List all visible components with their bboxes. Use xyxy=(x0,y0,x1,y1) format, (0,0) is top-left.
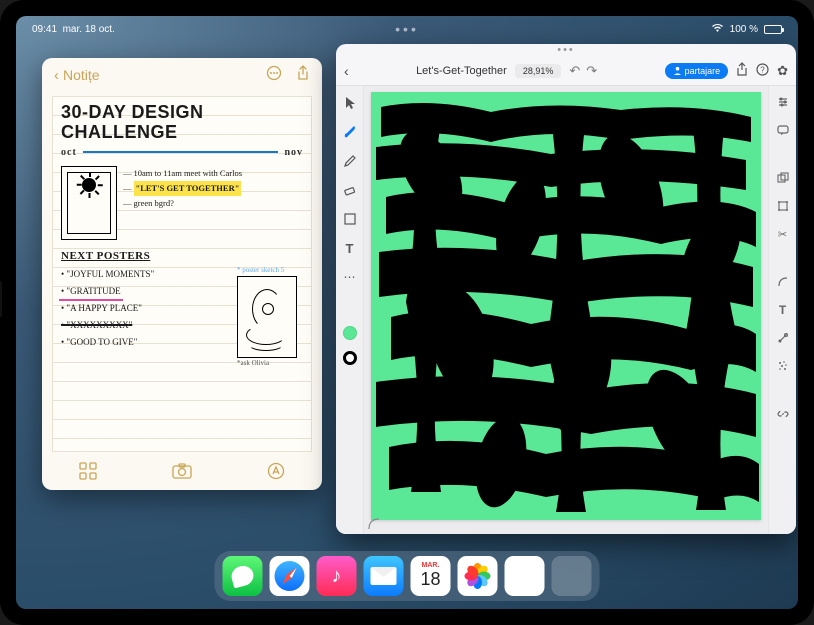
brush-tool[interactable] xyxy=(341,123,359,141)
cut-tool[interactable]: ✂ xyxy=(775,226,791,242)
poster-2: GRATITUDE xyxy=(61,283,121,300)
left-toolbar: T ⋯ xyxy=(336,86,364,534)
chevron-left-icon: ‹ xyxy=(54,67,59,84)
ask-olivia: *ask Olivia xyxy=(237,359,303,367)
spray-tool[interactable] xyxy=(775,358,791,374)
notes-body[interactable]: 30-DAY DESIGN CHALLENGE Oct Nov xyxy=(52,96,312,452)
section-posters: NEXT POSTERS xyxy=(61,250,303,262)
calendar-app[interactable]: MAR. 18 xyxy=(411,556,451,596)
color-stroke[interactable] xyxy=(343,351,357,365)
bullet-1: 10am to 11am meet with Carlos xyxy=(134,166,243,181)
eraser-tool[interactable] xyxy=(341,181,359,199)
share-label: partajare xyxy=(685,66,721,76)
link-tool[interactable] xyxy=(775,406,791,422)
date-to: Nov xyxy=(284,147,303,158)
dock: ♪ MAR. 18 xyxy=(215,551,600,601)
chat-tool[interactable] xyxy=(775,122,791,138)
layers-tool[interactable] xyxy=(775,170,791,186)
resize-handle[interactable] xyxy=(368,518,380,530)
redo-icon[interactable]: ↷ xyxy=(586,63,597,79)
screen: 09:41 mar. 18 oct. ••• 100 % ‹ Notițe xyxy=(16,16,798,609)
battery-pct: 100 % xyxy=(730,24,758,35)
wifi-icon xyxy=(711,23,724,36)
note-title-line1: 30-DAY DESIGN xyxy=(61,103,303,123)
poster-4: XXXXXXXXX xyxy=(61,320,132,330)
date-from: Oct xyxy=(61,147,77,158)
cal-weekday: MAR. xyxy=(422,562,440,569)
poster-3: A HAPPY PLACE xyxy=(61,300,231,317)
export-icon[interactable] xyxy=(736,62,748,79)
poster-5: GOOD TO GIVE xyxy=(61,334,231,351)
right-toolbar: ✂ T xyxy=(768,86,796,534)
more-icon[interactable] xyxy=(266,65,282,85)
help-icon[interactable]: ? xyxy=(756,63,769,79)
notes-back-button[interactable]: ‹ Notițe xyxy=(54,67,100,84)
notes-footer xyxy=(42,456,322,490)
app-library-folder[interactable] xyxy=(552,556,592,596)
type-tool[interactable]: T xyxy=(775,302,791,318)
date-line xyxy=(83,151,279,153)
doc-title[interactable]: Let's-Get-Together xyxy=(416,65,507,77)
undo-icon[interactable]: ↶ xyxy=(569,63,580,79)
status-bar: 09:41 mar. 18 oct. ••• 100 % xyxy=(16,20,798,38)
person-icon xyxy=(673,66,682,75)
adjust-tool[interactable] xyxy=(775,94,791,110)
canvas-area[interactable] xyxy=(364,86,768,534)
back-button[interactable]: ‹ xyxy=(344,63,349,79)
zoom-level[interactable]: 28,91% xyxy=(515,64,562,78)
notes-window[interactable]: ‹ Notițe 30-DAY DESIGN CHALLENGE Oct xyxy=(42,58,322,490)
curve-tool[interactable] xyxy=(775,274,791,290)
cal-day: 18 xyxy=(420,569,440,590)
canvas[interactable] xyxy=(371,92,761,520)
poster-1: JOYFUL MOMENTS xyxy=(61,266,231,283)
messages-app[interactable] xyxy=(223,556,263,596)
status-time-date: 09:41 mar. 18 oct. xyxy=(32,24,115,35)
design-window[interactable]: ••• ‹ Let's-Get-Together 28,91% ↶ ↷ xyxy=(336,44,796,534)
photos-app[interactable] xyxy=(458,556,498,596)
music-app[interactable]: ♪ xyxy=(317,556,357,596)
notes-header: ‹ Notițe xyxy=(42,58,322,92)
svg-text:?: ? xyxy=(760,65,765,74)
mail-app[interactable] xyxy=(364,556,404,596)
camera-icon[interactable] xyxy=(172,463,192,484)
note-title-line2: CHALLENGE xyxy=(61,123,303,143)
battery-icon xyxy=(764,25,782,34)
sketch-1 xyxy=(61,166,117,240)
notes-back-label: Notițe xyxy=(63,67,100,83)
bullet-3: green bgrd? xyxy=(134,196,174,211)
artwork xyxy=(371,92,761,520)
status-time: 09:41 xyxy=(32,24,57,35)
bullet-2: "LET'S GET TOGETHER" xyxy=(134,181,242,196)
markup-icon[interactable] xyxy=(267,462,285,485)
design-toolbar: ‹ Let's-Get-Together 28,91% ↶ ↷ partajar… xyxy=(336,56,796,86)
pencil-tool[interactable] xyxy=(341,152,359,170)
gear-icon[interactable]: ✿ xyxy=(777,63,788,79)
sketch-label: * poster sketch 5 xyxy=(237,266,303,274)
share-icon[interactable] xyxy=(296,65,310,85)
safari-app[interactable] xyxy=(270,556,310,596)
share-button[interactable]: partajare xyxy=(665,63,729,79)
transform-tool[interactable] xyxy=(775,198,791,214)
text-tool[interactable]: T xyxy=(341,239,359,257)
color-fill[interactable] xyxy=(343,326,357,340)
ipad-frame: 09:41 mar. 18 oct. ••• 100 % ‹ Notițe xyxy=(0,0,814,625)
poster-sketch xyxy=(237,276,297,358)
grid-icon[interactable] xyxy=(79,462,97,485)
side-button xyxy=(0,281,2,317)
status-date: mar. 18 oct. xyxy=(63,24,115,35)
window-drag-handle[interactable]: ••• xyxy=(336,44,796,56)
shape-tool[interactable] xyxy=(341,210,359,228)
ellipsis-tool[interactable]: ⋯ xyxy=(341,268,359,286)
gradient-tool[interactable] xyxy=(775,330,791,346)
notes-app[interactable] xyxy=(505,556,545,596)
pointer-tool[interactable] xyxy=(341,94,359,112)
multitask-dots[interactable]: ••• xyxy=(395,21,419,37)
